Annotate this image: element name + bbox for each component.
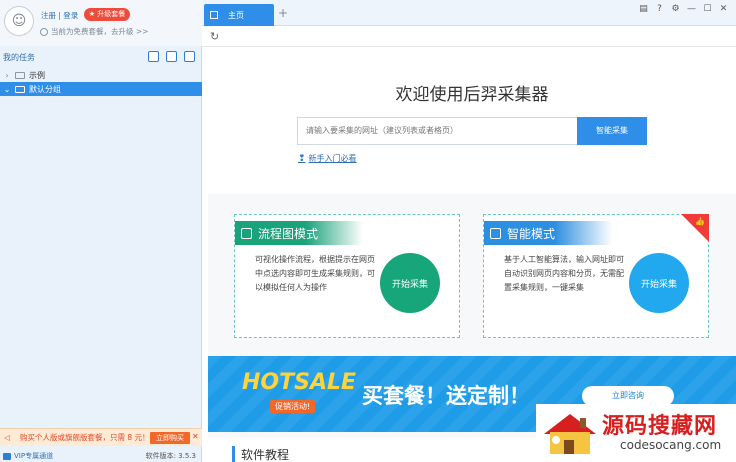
help-icon[interactable]: ?: [655, 4, 664, 14]
promo-bar: ◁ 购买个人版或旗舰版套餐，只需 8 元！ 立即购买 ✕: [0, 428, 202, 446]
welcome-title: 欢迎使用后羿采集器: [395, 85, 549, 105]
watermark-en-text: codesocang.com: [620, 438, 722, 452]
smart-mode-description: 基于人工智能算法，输入网址即可自动识别网页内容和分页，无需配置采集规则，一键采集: [504, 255, 624, 292]
close-window-icon[interactable]: ✕: [719, 4, 728, 14]
task-tree: › 示例 ⌄ 默认分组: [0, 68, 202, 96]
promo-text: 购买个人版或旗舰版套餐，只需 8 元！: [20, 433, 150, 442]
flowchart-mode-card: 流程图模式 可视化操作流程，根据提示在网页中点选内容即可生成采集规则，可以模拟任…: [234, 214, 460, 338]
smart-mode-card: 智能模式 基于人工智能算法，输入网址即可自动识别网页内容和分页，无需配置采集规则…: [483, 214, 709, 338]
new-task-icon[interactable]: [166, 51, 177, 62]
watermark: 源码搜藏网 codesocang.com: [536, 404, 736, 462]
beginner-guide-text: 新手入门必看: [308, 154, 357, 163]
add-tab-button[interactable]: +: [278, 6, 288, 20]
upgrade-plan-badge[interactable]: ★ 升级套餐: [84, 8, 130, 21]
tab-home-label: 主页: [228, 10, 244, 20]
settings-icon[interactable]: ⚙: [671, 4, 680, 14]
flowchart-mode-title: 流程图模式: [258, 226, 319, 241]
house-logo-icon: [544, 414, 596, 454]
url-input[interactable]: 请输入要采集的网址（建议列表或者格页）: [297, 117, 577, 145]
folder-icon: [15, 85, 25, 93]
hero-section: 欢迎使用后羿采集器 请输入要采集的网址（建议列表或者格页） 智能采集 ❢ 新手入…: [208, 56, 736, 194]
vip-icon: [3, 452, 11, 460]
tree-item-default-group[interactable]: ⌄ 默认分组: [0, 82, 202, 96]
hotsale-subtitle: 促销活动!: [270, 400, 316, 413]
close-icon[interactable]: ✕: [192, 432, 199, 441]
robot-icon: [490, 227, 501, 239]
flowchart-mode-header: 流程图模式: [235, 221, 363, 245]
lightbulb-icon: ❢: [298, 153, 306, 164]
flowchart-start-button[interactable]: 开始采集: [380, 253, 440, 313]
beginner-guide-link[interactable]: ❢ 新手入门必看: [298, 153, 357, 164]
tab-bar: 主页 + ▤ ? ⚙ — ☐ ✕: [202, 0, 736, 26]
sidebar-footer: VIP专属通道 软件版本: 3.5.3: [0, 450, 202, 462]
hotsale-logo: HOTSALE: [242, 370, 357, 395]
chevron-right-icon[interactable]: ›: [3, 71, 11, 80]
browser-toolbar: ↻: [202, 27, 736, 47]
speaker-icon: ◁: [4, 433, 10, 442]
banner-headline: 买套餐！送定制！: [362, 384, 530, 408]
plan-note[interactable]: 当前为免费套餐，去升级 >>: [40, 26, 148, 37]
user-panel: ☺ 注册 | 登录 ★ 升级套餐 当前为免费套餐，去升级 >>: [0, 0, 202, 46]
tasks-title: 我的任务: [3, 53, 35, 62]
clock-icon: [40, 27, 48, 36]
main-content: 欢迎使用后羿采集器 请输入要采集的网址（建议列表或者格页） 智能采集 ❢ 新手入…: [208, 56, 736, 462]
watermark-cn-text: 源码搜藏网: [602, 414, 718, 439]
tutorial-title: 软件教程: [232, 446, 289, 462]
smart-start-button[interactable]: 开始采集: [629, 253, 689, 313]
tree-item-label: 默认分组: [29, 84, 61, 94]
avatar[interactable]: ☺: [4, 6, 34, 36]
home-icon: [210, 11, 218, 19]
flowchart-mode-description: 可视化操作流程，根据提示在网页中点选内容即可生成采集规则，可以模拟任何人为操作: [255, 255, 375, 292]
consult-now-button[interactable]: 立即咨询: [582, 386, 674, 406]
menu-icon[interactable]: ▤: [639, 4, 648, 14]
flowchart-icon: [241, 227, 252, 239]
refresh-icon[interactable]: ↻: [210, 30, 219, 43]
smart-mode-title: 智能模式: [507, 226, 556, 241]
tasks-header: 我的任务: [0, 50, 202, 64]
version-label: 软件版本: 3.5.3: [145, 452, 196, 460]
smart-collect-button[interactable]: 智能采集: [577, 117, 647, 145]
buy-now-button[interactable]: 立即购买: [150, 432, 190, 444]
chevron-down-icon[interactable]: ⌄: [3, 85, 11, 94]
login-register-link[interactable]: 注册 | 登录: [41, 10, 78, 21]
thumbs-up-icon: 👍: [695, 217, 705, 226]
sidebar: ☺ 注册 | 登录 ★ 升级套餐 当前为免费套餐，去升级 >> 我的任务 › 示…: [0, 0, 202, 462]
maximize-icon[interactable]: ☐: [703, 4, 712, 14]
vip-channel-link[interactable]: VIP专属通道: [14, 451, 53, 461]
minimize-icon[interactable]: —: [687, 4, 696, 14]
tab-home[interactable]: 主页: [204, 4, 274, 26]
tree-item-label: 示例: [29, 70, 45, 80]
folder-icon: [15, 71, 25, 79]
import-icon[interactable]: [148, 51, 159, 62]
window-controls: ▤ ? ⚙ — ☐ ✕: [639, 4, 728, 14]
new-group-icon[interactable]: [184, 51, 195, 62]
tree-item-example[interactable]: › 示例: [0, 68, 202, 82]
smart-mode-header: 智能模式: [484, 221, 612, 245]
plan-note-text: 当前为免费套餐，去升级 >>: [51, 27, 149, 36]
upgrade-plan-label: 升级套餐: [97, 10, 126, 18]
